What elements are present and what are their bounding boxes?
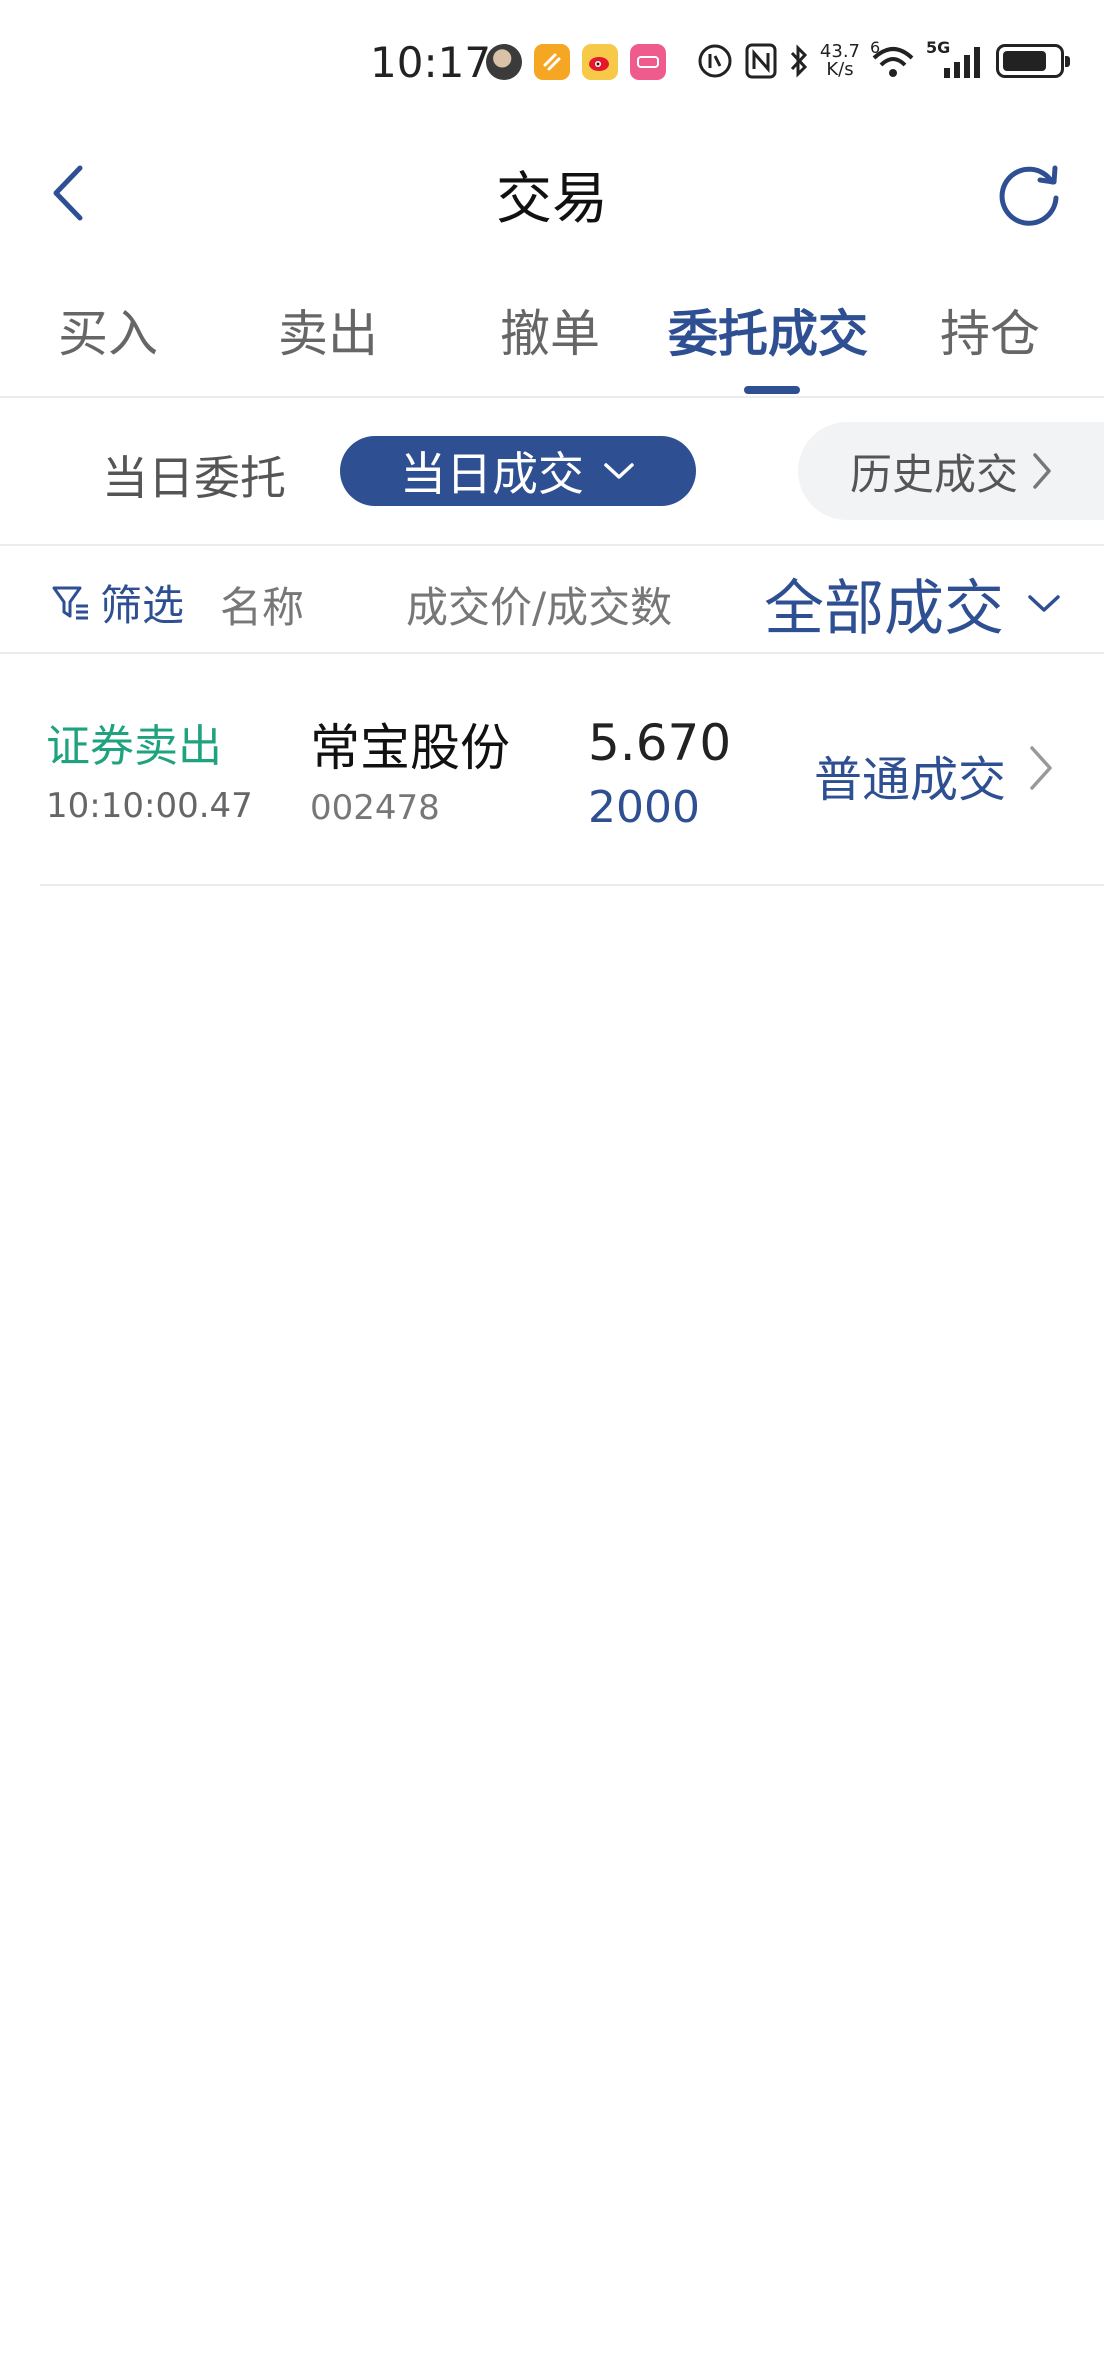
filter-button[interactable]: 筛选: [50, 572, 184, 633]
chevron-right-icon: [1030, 746, 1052, 790]
net-speed: 43.7 K/s: [820, 43, 860, 79]
pink-app-icon: [630, 44, 666, 80]
weibo-icon: [582, 44, 618, 80]
trade-price: 5.670: [588, 714, 732, 772]
chevron-down-icon: [1028, 594, 1060, 612]
filter-label: 筛选: [100, 581, 185, 630]
avatar-icon: [486, 44, 522, 80]
trade-time: 10:10:00.47: [46, 786, 253, 826]
filter-row: 筛选 名称 成交价/成交数 全部成交: [0, 548, 1104, 654]
status-time: 10:17: [370, 38, 492, 87]
status-bar: 10:17 43.7 K/s 6 5G: [0, 0, 1104, 130]
net-speed-unit: K/s: [826, 59, 854, 80]
trade-scope-label: 全部成交: [764, 574, 1004, 644]
bluetooth-icon: [790, 44, 808, 78]
header: 交易: [0, 140, 1104, 250]
tab-buy[interactable]: 买入: [58, 294, 158, 366]
trade-quantity: 2000: [588, 782, 700, 833]
history-trades-label: 历史成交: [850, 449, 1019, 499]
column-header-price-qty: 成交价/成交数: [406, 583, 673, 632]
subtab-today-trades[interactable]: 当日成交: [340, 436, 696, 506]
subtab-today-orders[interactable]: 当日委托: [102, 442, 286, 508]
main-tabs: 买入 卖出 撤单 委托成交 持仓: [0, 282, 1104, 398]
notification-icons: [486, 44, 666, 80]
orange-app-icon: [534, 44, 570, 80]
trade-kind: 普通成交: [814, 752, 1007, 808]
column-header-name: 名称: [220, 583, 305, 632]
tab-sell[interactable]: 卖出: [278, 294, 378, 366]
history-trades-button[interactable]: 历史成交: [798, 422, 1104, 520]
refresh-icon: [999, 165, 1059, 226]
wifi-label: 6: [870, 38, 881, 57]
chevron-right-icon: [1033, 453, 1051, 489]
active-tab-indicator: [744, 386, 800, 394]
refresh-button[interactable]: [994, 158, 1066, 230]
tab-cancel-order[interactable]: 撤单: [500, 294, 600, 366]
battery-icon: [996, 44, 1070, 78]
nfc-icon: [745, 43, 777, 79]
battery-fill: [1003, 51, 1047, 71]
wifi-icon: 6: [870, 38, 916, 80]
stock-code: 002478: [310, 788, 440, 828]
tab-positions[interactable]: 持仓: [940, 294, 1040, 366]
system-icons: 43.7 K/s 6 5G: [696, 38, 1070, 80]
trade-type: 证券卖出: [46, 721, 222, 772]
filter-icon: [52, 586, 88, 619]
stock-name: 常宝股份: [310, 719, 510, 777]
trade-scope-dropdown[interactable]: 全部成交: [764, 560, 1062, 647]
sub-tabs: 当日委托 当日成交 历史成交: [0, 400, 1104, 546]
subtab-today-trades-label: 当日成交: [400, 447, 584, 501]
table-row[interactable]: 证券卖出 10:10:00.47 常宝股份 002478 5.670 2000 …: [40, 656, 1104, 886]
signal-icon: 5G: [926, 38, 986, 80]
tab-orders-trades[interactable]: 委托成交: [668, 294, 868, 366]
cellular-label: 5G: [926, 38, 951, 57]
data-saver-icon: [698, 44, 732, 78]
chevron-down-icon: [604, 463, 634, 479]
battery-tip: [1065, 56, 1070, 67]
page-title: 交易: [496, 167, 608, 232]
